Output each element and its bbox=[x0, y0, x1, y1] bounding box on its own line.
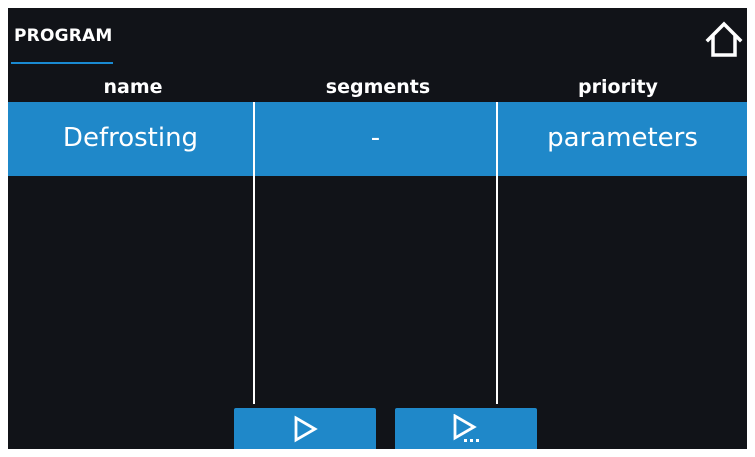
cell-priority: parameters bbox=[547, 123, 698, 153]
home-button[interactable] bbox=[703, 20, 745, 60]
column-header-name: name bbox=[103, 76, 163, 98]
column-divider bbox=[253, 102, 255, 404]
table-row[interactable]: Defrosting - parameters bbox=[8, 102, 747, 176]
cell-name: Defrosting bbox=[62, 123, 199, 153]
column-header-priority: priority bbox=[578, 76, 658, 98]
column-divider bbox=[496, 102, 498, 404]
cell-segments: - bbox=[370, 123, 381, 153]
play-more-icon bbox=[453, 413, 479, 442]
start-program-options-button[interactable] bbox=[395, 408, 537, 449]
program-screen: PROGRAM name segments priority Defrostin… bbox=[8, 8, 747, 449]
home-icon bbox=[705, 21, 743, 57]
start-program-button[interactable] bbox=[234, 408, 376, 449]
page-title: PROGRAM bbox=[14, 26, 113, 46]
play-icon bbox=[294, 415, 318, 442]
title-underline bbox=[11, 62, 113, 64]
column-header-segments: segments bbox=[325, 76, 431, 98]
